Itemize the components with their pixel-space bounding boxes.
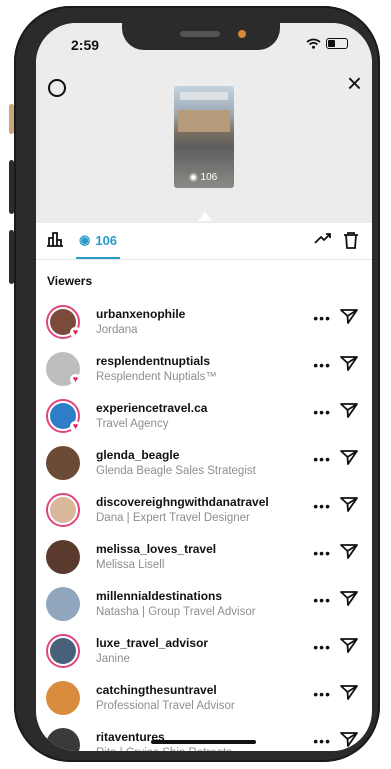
viewer-fullname: Melissa Lisell [96, 559, 165, 571]
send-icon[interactable] [340, 684, 358, 706]
avatar[interactable] [46, 681, 80, 715]
more-options-icon[interactable]: ••• [313, 545, 331, 561]
viewer-fullname: Dana | Expert Travel Designer [96, 512, 250, 524]
avatar[interactable] [46, 493, 80, 527]
status-time: 2:59 [71, 37, 100, 53]
viewer-row[interactable]: luxe_travel_advisor Janine ••• [36, 628, 372, 675]
viewer-fullname: Natasha | Group Travel Advisor [96, 606, 256, 618]
viewer-row[interactable]: ritaventures Rita | Cruise Ship Retreats… [36, 722, 372, 751]
more-options-icon[interactable]: ••• [313, 404, 331, 420]
viewer-row[interactable]: ♥ experiencetravel.ca Travel Agency ••• [36, 393, 372, 440]
viewer-username[interactable]: resplendentnuptials [96, 354, 210, 368]
tab-viewers-count: 106 [95, 232, 118, 248]
battery-icon [326, 38, 348, 49]
story-thumbnail[interactable]: ◉ 106 [174, 86, 234, 188]
avatar-image [46, 728, 80, 751]
close-icon[interactable]: × [347, 70, 362, 96]
viewer-username[interactable]: urbanxenophile [96, 307, 185, 321]
insights-tabs: ◉ 106 [36, 223, 372, 260]
trash-icon[interactable] [343, 231, 359, 254]
viewers-heading: Viewers [47, 274, 93, 288]
story-views-label: ◉ 106 [189, 172, 217, 183]
bar-chart-icon[interactable] [46, 231, 64, 252]
eye-icon: ◉ [79, 232, 91, 247]
send-icon[interactable] [340, 355, 358, 377]
story-header: × ◉ 106 [36, 63, 372, 223]
viewer-fullname: Resplendent Nuptials™ [96, 371, 217, 383]
viewer-username[interactable]: millennialdestinations [96, 589, 222, 603]
avatar[interactable] [46, 634, 80, 668]
more-options-icon[interactable]: ••• [313, 498, 331, 514]
avatar-image [50, 638, 76, 664]
viewer-fullname: Janine [96, 653, 130, 665]
more-options-icon[interactable]: ••• [313, 451, 331, 467]
thumb-pointer [198, 212, 212, 221]
notch [122, 23, 280, 50]
viewer-username[interactable]: experiencetravel.ca [96, 401, 207, 415]
more-options-icon[interactable]: ••• [313, 357, 331, 373]
viewer-row[interactable]: millennialdestinations Natasha | Group T… [36, 581, 372, 628]
send-icon[interactable] [340, 637, 358, 659]
status-icons [306, 38, 348, 49]
trend-up-icon[interactable] [314, 231, 332, 250]
avatar[interactable] [46, 446, 80, 480]
viewer-row[interactable]: melissa_loves_travel Melissa Lisell ••• [36, 534, 372, 581]
avatar-image [46, 587, 80, 621]
more-options-icon[interactable]: ••• [313, 639, 331, 655]
send-icon[interactable] [340, 449, 358, 471]
viewer-username[interactable]: catchingthesuntravel [96, 683, 217, 697]
heart-icon: ♥ [70, 374, 81, 385]
avatar-image [50, 497, 76, 523]
home-indicator[interactable] [151, 740, 256, 744]
viewer-fullname: Travel Agency [96, 418, 169, 430]
viewer-username[interactable]: melissa_loves_travel [96, 542, 216, 556]
viewers-list: ♥ urbanxenophile Jordana ••• ♥ resplende… [36, 299, 372, 751]
phone-screen: 2:59 × ◉ 106 ◉ 106 Viewers ♥ urbanxenoph… [36, 23, 372, 751]
more-options-icon[interactable]: ••• [313, 592, 331, 608]
more-options-icon[interactable]: ••• [313, 733, 331, 749]
viewer-row[interactable]: discovereighngwithdanatravel Dana | Expe… [36, 487, 372, 534]
send-icon[interactable] [340, 402, 358, 424]
send-icon[interactable] [340, 496, 358, 518]
viewer-fullname: Jordana [96, 324, 138, 336]
tab-viewers[interactable]: ◉ 106 [76, 223, 121, 259]
viewer-fullname: Rita | Cruise Ship Retreats [96, 747, 232, 751]
heart-icon: ♥ [70, 421, 81, 432]
avatar[interactable] [46, 540, 80, 574]
send-icon[interactable] [340, 590, 358, 612]
send-icon[interactable] [340, 308, 358, 330]
story-building-image [178, 110, 230, 132]
wifi-icon [306, 38, 321, 49]
camera [238, 30, 246, 38]
viewer-row[interactable]: ♥ urbanxenophile Jordana ••• [36, 299, 372, 346]
send-icon[interactable] [340, 543, 358, 565]
avatar[interactable] [46, 728, 80, 751]
avatar[interactable] [46, 587, 80, 621]
settings-icon[interactable] [48, 79, 66, 97]
eye-icon: ◉ [189, 172, 198, 183]
viewer-username[interactable]: discovereighngwithdanatravel [96, 495, 269, 509]
story-view-count: 106 [200, 172, 218, 183]
avatar-image [46, 540, 80, 574]
heart-icon: ♥ [70, 327, 81, 338]
viewer-fullname: Professional Travel Advisor [96, 700, 235, 712]
viewer-username[interactable]: luxe_travel_advisor [96, 636, 208, 650]
viewer-row[interactable]: glenda_beagle Glenda Beagle Sales Strate… [36, 440, 372, 487]
viewer-username[interactable]: glenda_beagle [96, 448, 179, 462]
more-options-icon[interactable]: ••• [313, 686, 331, 702]
avatar-image [46, 446, 80, 480]
viewer-fullname: Glenda Beagle Sales Strategist [96, 465, 256, 477]
viewer-row[interactable]: catchingthesuntravel Professional Travel… [36, 675, 372, 722]
avatar-image [46, 681, 80, 715]
more-options-icon[interactable]: ••• [313, 310, 331, 326]
send-icon[interactable] [340, 731, 358, 751]
story-sticker [180, 92, 228, 100]
speaker [180, 31, 220, 37]
viewer-row[interactable]: ♥ resplendentnuptials Resplendent Nuptia… [36, 346, 372, 393]
